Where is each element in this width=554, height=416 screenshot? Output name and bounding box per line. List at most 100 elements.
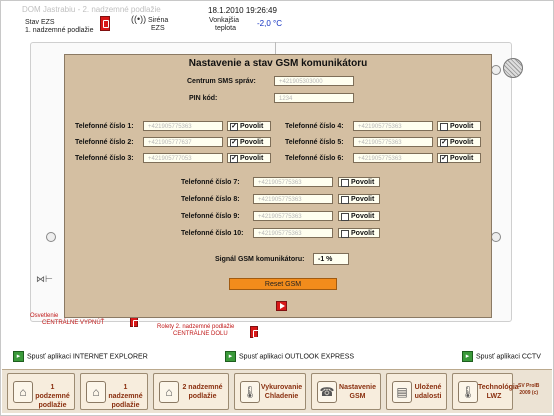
phone-label-2: Telefonné číslo 2: — [75, 139, 134, 146]
pin-field[interactable]: 1234 — [274, 93, 354, 103]
phone-field-4[interactable]: +421905775363 — [353, 121, 433, 131]
phone-allow-3[interactable]: ✓ Povolit — [227, 153, 271, 163]
checkbox-checked-icon: ✓ — [440, 139, 448, 147]
launch-icon: ▸ — [13, 351, 24, 362]
sensor-icon[interactable] — [491, 65, 501, 75]
phone-label-1: Telefonné číslo 1: — [75, 123, 134, 130]
phone-field-10[interactable]: +421905775363 — [253, 228, 333, 238]
thermometer-icon: 🌡 — [240, 381, 260, 403]
phone-label-10: Telefonné číslo 10: — [181, 230, 244, 237]
nav-label: Vykurovanie Chladenie — [260, 384, 303, 400]
launch-icon: ▸ — [462, 351, 473, 362]
phone-field-9[interactable]: +421905775363 — [253, 211, 333, 221]
launch-outlook-express[interactable]: ▸ Spusť aplikaci OUTLOOK EXPRESS — [225, 351, 354, 362]
dialog-title: Nastavenie a stav GSM komunikátoru — [188, 58, 368, 69]
datetime: 18.1.2010 19:26:49 — [208, 6, 277, 15]
checkbox-unchecked-icon — [341, 196, 349, 204]
sms-center-label: Centrum SMS správ: — [187, 78, 256, 85]
app-title: DOM Jastrabiu - 2. nadzemné podlažie — [22, 5, 161, 14]
phone-label-7: Telefonné číslo 7: — [181, 179, 240, 186]
allow-label: Povolit — [450, 123, 474, 130]
phone-label-4: Telefonné číslo 4: — [285, 123, 344, 130]
temp-label: Vonkajšia — [209, 17, 239, 24]
ezs-label: Stav EZS — [25, 19, 55, 26]
phone-allow-1[interactable]: ✓ Povolit — [227, 121, 271, 131]
footer-brand: SV ProIB 2009 (c) — [518, 383, 540, 396]
allow-label: Povolit — [450, 139, 474, 146]
phone-field-3[interactable]: +421905777053 — [143, 153, 223, 163]
launch-internet-explorer[interactable]: ▸ Spusť aplikaci INTERNET EXPLORER — [13, 351, 148, 362]
phone-allow-5[interactable]: ✓ Povolit — [437, 137, 481, 147]
allow-label: Povolit — [240, 123, 264, 130]
siren-sub-label: EZS — [151, 25, 165, 32]
phone-label-6: Telefonné číslo 6: — [285, 155, 344, 162]
nav-1-podzemne[interactable]: ⌂ 1 podzemné podlažie — [7, 373, 75, 410]
home-icon: ⌂ — [86, 381, 106, 403]
temp-value: -2,0 °C — [257, 19, 282, 28]
allow-label: Povolit — [240, 155, 264, 162]
temp-sub-label: teplota — [215, 25, 237, 32]
phone-field-7[interactable]: +421905775363 — [253, 177, 333, 187]
blinds-toggle-button[interactable] — [250, 326, 259, 338]
checkbox-checked-icon: ✓ — [440, 155, 448, 163]
satellite-dish-icon — [503, 58, 523, 78]
checkbox-unchecked-icon — [440, 123, 448, 131]
nav-technologia-lwz[interactable]: 🌡 Technológia LWZ — [452, 373, 519, 410]
phone-field-2[interactable]: +421905777637 — [143, 137, 223, 147]
lighting-label: Osvetlenie — [30, 313, 59, 319]
phone-field-1[interactable]: +421905775363 — [143, 121, 223, 131]
phone-field-8[interactable]: +421905775363 — [253, 194, 333, 204]
nav-nastavenie-gsm[interactable]: ☎ Nastavenie GSM — [311, 373, 381, 410]
reset-gsm-button[interactable]: Reset GSM — [229, 278, 337, 290]
home-icon: ⌂ — [159, 381, 179, 403]
nav-vykurovanie[interactable]: 🌡 Vykurovanie Chladenie — [234, 373, 306, 410]
phone-label-5: Telefonné číslo 5: — [285, 139, 344, 146]
phone-allow-2[interactable]: ✓ Povolit — [227, 137, 271, 147]
launch-cctv[interactable]: ▸ Spusť aplikaci CCTV — [462, 351, 541, 362]
siren-label: Siréna — [148, 17, 169, 24]
sms-center-field[interactable]: +421905303000 — [274, 76, 354, 86]
ezs-status-button[interactable] — [100, 16, 110, 31]
phone-allow-8[interactable]: Povolit — [338, 194, 380, 204]
allow-label: Povolit — [450, 155, 474, 162]
allow-label: Povolit — [351, 213, 375, 220]
blinds-down-link[interactable]: CENTRÁLNE DOLU — [173, 331, 228, 338]
phone-label-8: Telefonné číslo 8: — [181, 196, 240, 203]
nav-label: Uložené udalosti — [414, 384, 442, 400]
launch-icon: ▸ — [225, 351, 236, 362]
next-arrow-icon[interactable] — [276, 301, 287, 311]
signal-label: Signál GSM komunikátoru: — [215, 256, 305, 263]
nav-ulozene-udalosti[interactable]: ▤ Uložené udalosti — [386, 373, 447, 410]
allow-label: Povolit — [351, 230, 375, 237]
allow-label: Povolit — [240, 139, 264, 146]
phone-allow-4[interactable]: Povolit — [437, 121, 481, 131]
nav-2-nadzemne[interactable]: ⌂ 2 nadzemné podlažie — [153, 373, 229, 410]
launch-label: Spusť aplikaci INTERNET EXPLORER — [27, 353, 148, 361]
signal-value: -1 % — [313, 253, 349, 265]
checkbox-unchecked-icon — [341, 179, 349, 187]
phone-icon: ☎ — [317, 381, 337, 403]
phone-allow-6[interactable]: ✓ Povolit — [437, 153, 481, 163]
checkbox-checked-icon: ✓ — [230, 155, 238, 163]
lighting-off-link[interactable]: CENTRÁLNE VYPNÚŤ — [42, 320, 104, 327]
phone-allow-10[interactable]: Povolit — [338, 228, 380, 238]
ezs-floor-label: 1. nadzemné podlažie — [25, 27, 94, 34]
phone-field-5[interactable]: +421905775363 — [353, 137, 433, 147]
phone-label-9: Telefonné číslo 9: — [181, 213, 240, 220]
checkbox-checked-icon: ✓ — [230, 139, 238, 147]
phone-field-6[interactable]: +421905775363 — [353, 153, 433, 163]
sensor-icon[interactable] — [46, 232, 56, 242]
nav-label: 1 nadzemné podlažie — [108, 384, 143, 409]
bottom-navigation: ⌂ 1 podzemné podlažie ⌂ 1 nadzemné podlaži… — [2, 369, 552, 413]
status-bar: DOM Jastrabiu - 2. nadzemné podlažie Sta… — [0, 0, 554, 40]
nav-1-nadzemne[interactable]: ⌂ 1 nadzemné podlažie — [80, 373, 148, 410]
phone-allow-9[interactable]: Povolit — [338, 211, 380, 221]
nav-label: Technológia LWZ — [478, 384, 519, 400]
checkbox-unchecked-icon — [341, 230, 349, 238]
sensor-icon[interactable] — [491, 232, 501, 242]
wall-line — [275, 42, 276, 54]
allow-label: Povolit — [351, 179, 375, 186]
phone-allow-7[interactable]: Povolit — [338, 177, 380, 187]
nav-label: 1 podzemné podlažie — [35, 384, 70, 409]
antenna-icon: ((•)) — [131, 14, 147, 24]
